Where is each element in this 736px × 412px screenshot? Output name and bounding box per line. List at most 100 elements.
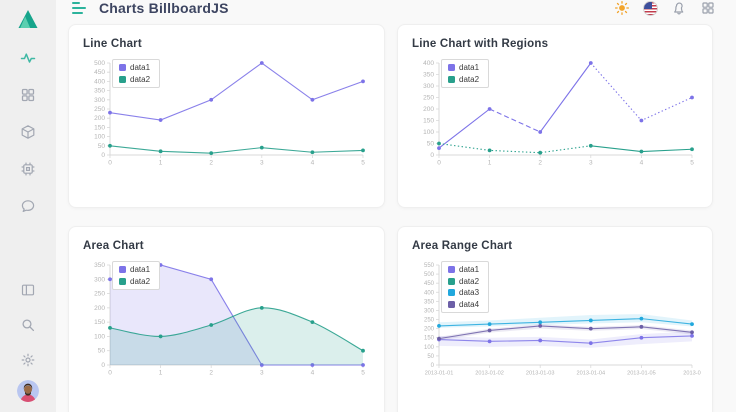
svg-text:2013-01-04: 2013-01-04 (576, 371, 605, 377)
svg-text:2013-01-02: 2013-01-02 (475, 371, 504, 377)
svg-text:4: 4 (311, 370, 315, 377)
svg-text:4: 4 (311, 160, 315, 167)
svg-text:300: 300 (94, 97, 105, 104)
legend-label: data1 (130, 265, 150, 274)
user-avatar[interactable] (17, 380, 39, 402)
legend-swatch (448, 64, 455, 71)
card-area-chart: Area Chart 050100150200250300350012345da… (68, 226, 385, 412)
svg-text:2013-01-01: 2013-01-01 (425, 371, 454, 377)
chart-legend: data1 data2 (112, 261, 160, 290)
main-area: Charts BillboardJS Line Chart (56, 0, 736, 412)
legend-item[interactable]: data1 (448, 63, 479, 72)
svg-text:400: 400 (423, 60, 434, 67)
svg-text:2: 2 (538, 160, 542, 167)
legend-label: data2 (130, 277, 150, 286)
apps-grid-icon[interactable] (700, 0, 716, 16)
activity-icon[interactable] (20, 50, 36, 66)
legend-label: data2 (130, 75, 150, 84)
legend-item[interactable]: data1 (448, 265, 479, 274)
card-title: Line Chart (83, 38, 370, 50)
card-title: Area Chart (83, 240, 370, 252)
card-area-range-chart: Area Range Chart 05010015020025030035040… (397, 226, 713, 412)
svg-text:200: 200 (424, 327, 435, 333)
legend-swatch (448, 76, 455, 83)
layout-icon[interactable] (20, 282, 36, 298)
legend-item[interactable]: data3 (448, 288, 479, 297)
svg-text:50: 50 (427, 354, 434, 360)
legend-item[interactable]: data1 (119, 63, 150, 72)
legend-swatch (448, 278, 455, 285)
svg-text:450: 450 (424, 281, 435, 287)
svg-text:350: 350 (94, 88, 105, 95)
area-chart[interactable]: 050100150200250300350012345data1data2 (83, 260, 370, 385)
sidebar-nav-top (20, 50, 36, 214)
svg-text:200: 200 (94, 305, 105, 312)
svg-text:300: 300 (424, 308, 435, 314)
svg-text:2013-01-03: 2013-01-03 (526, 371, 555, 377)
svg-text:0: 0 (108, 160, 112, 167)
line-chart[interactable]: 050100150200250300350400450500012345data… (83, 58, 370, 175)
legend-label: data3 (459, 288, 479, 297)
app-root: Charts BillboardJS Line Chart (0, 0, 736, 412)
svg-text:100: 100 (424, 345, 435, 351)
search-icon[interactable] (20, 317, 36, 333)
svg-text:1: 1 (488, 160, 492, 167)
svg-text:100: 100 (94, 134, 105, 141)
chat-icon[interactable] (20, 198, 36, 214)
svg-text:0: 0 (437, 160, 441, 167)
legend-item[interactable]: data2 (448, 75, 479, 84)
legend-label: data2 (459, 75, 479, 84)
card-line-chart-regions: Line Chart with Regions 0501001502002503… (397, 24, 713, 208)
card-title: Area Range Chart (412, 240, 698, 252)
legend-label: data2 (459, 277, 479, 286)
svg-text:50: 50 (427, 141, 435, 148)
svg-text:2013-0: 2013-0 (683, 371, 700, 377)
svg-text:0: 0 (108, 370, 112, 377)
svg-text:200: 200 (423, 106, 434, 113)
legend-item[interactable]: data1 (119, 265, 150, 274)
svg-text:150: 150 (94, 124, 105, 131)
svg-text:350: 350 (94, 262, 105, 269)
gear-icon[interactable] (20, 352, 36, 368)
legend-item[interactable]: data2 (448, 277, 479, 286)
flag-canton (644, 2, 652, 9)
legend-item[interactable]: data2 (119, 277, 150, 286)
svg-text:350: 350 (423, 72, 434, 79)
svg-text:150: 150 (424, 336, 435, 342)
svg-text:100: 100 (94, 333, 105, 340)
legend-label: data1 (130, 63, 150, 72)
svg-text:4: 4 (640, 160, 644, 167)
legend-item[interactable]: data4 (448, 300, 479, 309)
svg-text:500: 500 (94, 60, 105, 67)
legend-swatch (119, 64, 126, 71)
svg-text:5: 5 (361, 160, 365, 167)
header-actions (614, 0, 716, 16)
theme-sun-icon[interactable] (614, 0, 630, 16)
card-line-chart: Line Chart 05010015020025030035040045050… (68, 24, 385, 208)
svg-text:3: 3 (260, 370, 264, 377)
svg-text:1: 1 (159, 160, 163, 167)
flatlogic-triangle-logo[interactable] (17, 8, 39, 30)
sidebar (0, 0, 56, 412)
svg-text:250: 250 (94, 291, 105, 298)
sidebar-toggle-button[interactable] (72, 2, 87, 14)
language-flag-us[interactable] (643, 1, 658, 16)
header: Charts BillboardJS (56, 0, 736, 16)
svg-text:550: 550 (424, 263, 435, 269)
svg-text:50: 50 (98, 348, 106, 355)
grid-icon[interactable] (20, 87, 36, 103)
svg-text:0: 0 (430, 152, 434, 159)
svg-text:0: 0 (101, 152, 105, 159)
legend-label: data1 (459, 265, 479, 274)
line-chart-with-regions[interactable]: 050100150200250300350400012345data1data2 (412, 58, 698, 175)
svg-text:5: 5 (690, 160, 694, 167)
chip-icon[interactable] (20, 161, 36, 177)
area-range-chart[interactable]: 0501001502002503003504004505005502013-01… (412, 260, 698, 385)
legend-item[interactable]: data2 (119, 75, 150, 84)
legend-label: data4 (459, 300, 479, 309)
cube-icon[interactable] (20, 124, 36, 140)
notifications-bell-icon[interactable] (671, 0, 687, 16)
svg-text:5: 5 (361, 370, 365, 377)
svg-text:150: 150 (94, 319, 105, 326)
page-title: Charts BillboardJS (99, 0, 229, 16)
